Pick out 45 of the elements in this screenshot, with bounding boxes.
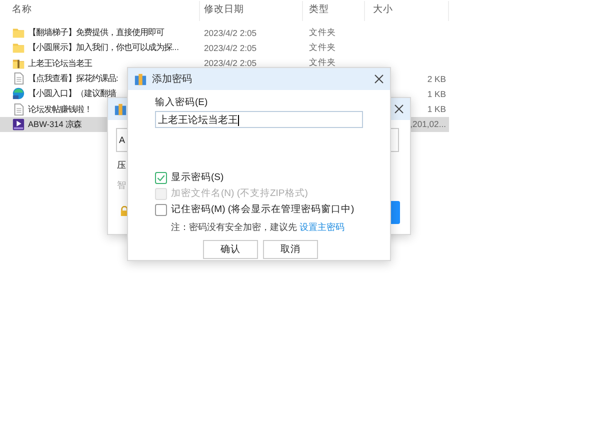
- file-name: 上老王论坛当老王: [28, 58, 92, 69]
- field-label: 输入密码(E): [155, 96, 209, 109]
- checkbox[interactable]: [155, 204, 167, 216]
- cancel-button[interactable]: 取消: [263, 240, 318, 259]
- column-header[interactable]: 类型: [303, 1, 365, 21]
- file-date: 2023/4/2 2:05: [204, 58, 257, 68]
- file-type: 文件夹: [309, 42, 336, 52]
- video-icon: [12, 118, 25, 131]
- set-master-password-link[interactable]: 设置主密码: [300, 222, 345, 232]
- window-title: 添加密码: [152, 72, 192, 86]
- column-header[interactable]: 修改日期: [200, 1, 303, 21]
- file-size: 2 KB: [427, 74, 446, 84]
- note-text: 注：密码没有安全加密，建议先 设置主密码: [171, 221, 346, 234]
- document-icon: [12, 102, 25, 116]
- globe-icon: [12, 87, 25, 100]
- file-size: 1 KB: [427, 88, 446, 99]
- password-field[interactable]: 上老王论坛当老王: [155, 111, 363, 128]
- confirm-button[interactable]: 确认: [203, 240, 258, 259]
- label: 压: [117, 159, 126, 172]
- file-type: 文件夹: [309, 57, 336, 68]
- close-icon[interactable]: [374, 74, 384, 84]
- column-header[interactable]: 名称: [0, 1, 200, 21]
- archive-icon: [134, 72, 147, 86]
- file-name: 【小圆入口】（建议翻墙: [28, 88, 116, 100]
- archive-icon: [114, 102, 127, 116]
- checkbox-label: 加密文件名(N) (不支持ZIP格式): [171, 187, 308, 200]
- checkbox-label: 记住密码(M) (将会显示在管理密码窗口中): [171, 203, 354, 216]
- folder-icon: [12, 41, 25, 54]
- close-icon[interactable]: [394, 104, 404, 114]
- file-name: 论坛发帖赚钱啦！: [28, 104, 92, 115]
- file-name: 【翻墙梯子】免费提供，直接使用即可: [28, 27, 164, 38]
- checkbox[interactable]: [155, 172, 167, 184]
- file-name: ABW-314 凉森: [28, 118, 82, 130]
- label: 智: [117, 179, 126, 192]
- folder-icon: [12, 26, 25, 40]
- file-size: 1 KB: [427, 104, 446, 114]
- column-header[interactable]: 大小: [365, 1, 449, 21]
- file-name: 【点我查看】探花约课品:: [28, 73, 118, 84]
- checkbox-label: 显示密码(S): [171, 171, 224, 184]
- file-size: ,201,02...: [410, 119, 446, 130]
- file-type: 文件夹: [309, 26, 336, 37]
- document-icon: [12, 72, 25, 86]
- file-date: 2023/4/2 2:05: [204, 28, 257, 38]
- file-name: 【小圆展示】加入我们，你也可以成为探...: [28, 42, 179, 54]
- file-date: 2023/4/2 2:05: [204, 42, 257, 53]
